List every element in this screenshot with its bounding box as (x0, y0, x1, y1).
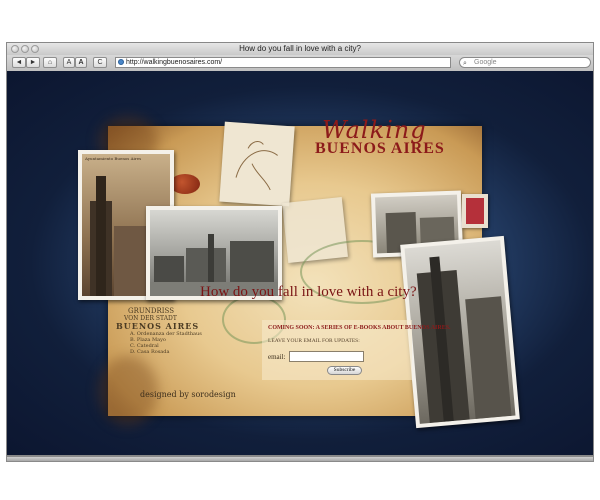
page-tagline: How do you fall in love with a city? (200, 284, 417, 300)
search-placeholder: Google (474, 59, 497, 66)
sketch-paper (219, 121, 295, 207)
building-spire (96, 176, 106, 296)
search-field[interactable]: ⌕ Google (459, 57, 591, 68)
designer-credit[interactable]: designed by sorodesign (140, 390, 236, 399)
building-block (465, 296, 512, 419)
signup-box: Coming soon: a series of e-books about B… (262, 320, 451, 380)
stamp-image (466, 198, 484, 224)
browser-toolbar: ◄ ► ⌂ A A C http://walkingbuenosaires.co… (7, 55, 593, 72)
address-bar[interactable]: http://walkingbuenosaires.com/ (115, 57, 451, 68)
logo-buenos-aires: BUENOS AIRES (315, 140, 445, 157)
postage-stamp-icon (462, 194, 488, 228)
text-bigger-button[interactable]: A (75, 57, 87, 68)
wax-seal-icon (170, 174, 200, 194)
signup-heading: Coming soon: a series of e-books about B… (268, 325, 451, 331)
map-title-line: GRUNDRISS (128, 307, 175, 315)
signup-subtext: Leave your email for updates: (268, 338, 360, 344)
home-button[interactable]: ⌂ (43, 57, 57, 68)
text-smaller-button[interactable]: A (63, 57, 75, 68)
photo-tower (400, 235, 520, 429)
forward-button[interactable]: ► (26, 57, 40, 68)
email-input[interactable] (289, 351, 364, 362)
window-title: How do you fall in love with a city? (239, 44, 361, 53)
map-title-line: BUENOS AIRES (116, 321, 200, 331)
map-cartouche: GRUNDRISS VON DER STADT BUENOS AIRES A. … (108, 307, 228, 373)
back-button[interactable]: ◄ (12, 57, 26, 68)
window-bottom-bar (6, 456, 594, 462)
map-legend-item: D. Casa Rosada (130, 349, 170, 355)
email-label: email: (268, 353, 286, 361)
address-url: http://walkingbuenosaires.com/ (126, 59, 223, 66)
photo-image (404, 240, 516, 424)
horse-sketch-icon (235, 141, 278, 191)
reload-button[interactable]: C (93, 57, 107, 68)
search-icon: ⌕ (463, 60, 467, 67)
subscribe-button[interactable]: Subscribe (327, 366, 362, 375)
globe-icon (118, 59, 124, 65)
photo-caption: Ayuntamiento Buenos Aires (85, 156, 142, 161)
